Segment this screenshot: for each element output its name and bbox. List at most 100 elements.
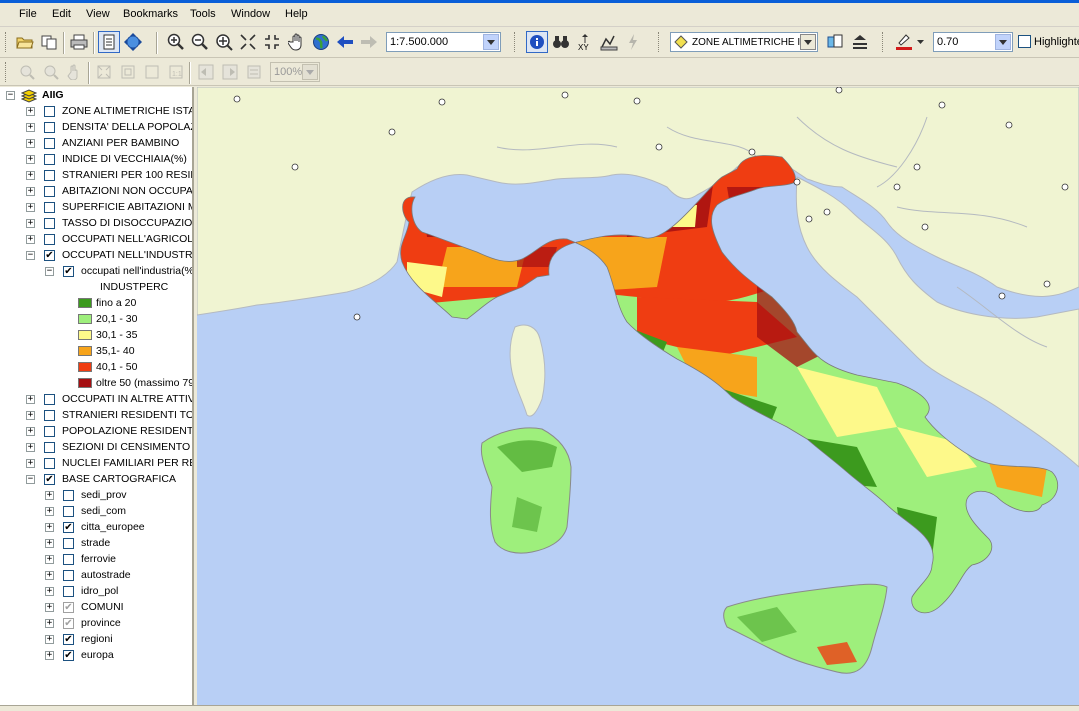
globe-icon[interactable] bbox=[310, 31, 332, 53]
identify-icon[interactable] bbox=[526, 31, 548, 53]
toc-base-layer[interactable]: + idro_pol bbox=[0, 584, 192, 600]
toggle-draft-icon[interactable] bbox=[243, 61, 265, 83]
menu-help[interactable]: Help bbox=[285, 8, 308, 20]
expand-icon[interactable]: + bbox=[26, 107, 35, 116]
expand-icon[interactable]: + bbox=[45, 651, 54, 660]
base-layer-checkbox[interactable] bbox=[63, 554, 74, 565]
toc-layer[interactable]: + ANZIANI PER BAMBINO bbox=[0, 136, 192, 152]
base-layer-checkbox[interactable]: ✔ bbox=[63, 634, 74, 645]
zoom-100-icon[interactable]: 1:1 bbox=[165, 61, 187, 83]
toc-base-layer[interactable]: + ✔ europa bbox=[0, 648, 192, 664]
expand-icon[interactable]: + bbox=[45, 619, 54, 628]
layer-visibility-checkbox[interactable] bbox=[44, 410, 55, 421]
base-layer-checkbox[interactable] bbox=[63, 570, 74, 581]
chevron-down-icon[interactable] bbox=[483, 34, 499, 50]
swipe-layer-icon[interactable] bbox=[825, 31, 847, 53]
zoom-in-fixed-icon[interactable] bbox=[213, 31, 235, 53]
toc-layer[interactable]: − ✔ BASE CARTOGRAFICA bbox=[0, 472, 192, 488]
layer-visibility-checkbox[interactable] bbox=[44, 170, 55, 181]
open-icon[interactable] bbox=[14, 31, 36, 53]
toc-layer[interactable]: + ABITAZIONI NON OCCUPA bbox=[0, 184, 192, 200]
expand-icon[interactable]: + bbox=[26, 123, 35, 132]
base-layer-checkbox[interactable]: ✔ bbox=[63, 618, 74, 629]
zoom-whole-page-icon[interactable] bbox=[141, 61, 163, 83]
expand-icon[interactable]: + bbox=[26, 443, 35, 452]
expand-icon[interactable]: + bbox=[45, 523, 54, 532]
toc-layer[interactable]: + NUCLEI FAMILIARI PER RE bbox=[0, 456, 192, 472]
scale-combo[interactable]: 1:7.500.000 bbox=[386, 32, 501, 52]
toc-base-layer[interactable]: + ✔ province bbox=[0, 616, 192, 632]
layer-visibility-checkbox[interactable] bbox=[44, 138, 55, 149]
toolbar-grip[interactable] bbox=[5, 62, 8, 82]
menu-file[interactable]: File bbox=[19, 8, 37, 20]
toolbar-grip[interactable] bbox=[514, 32, 517, 52]
chevron-down-icon[interactable] bbox=[800, 34, 816, 50]
layer-visibility-checkbox[interactable]: ✔ bbox=[44, 250, 55, 261]
layout-forward-icon[interactable] bbox=[219, 61, 241, 83]
layout-back-icon[interactable] bbox=[195, 61, 217, 83]
base-layer-checkbox[interactable]: ✔ bbox=[63, 602, 74, 613]
layout-view-icon[interactable] bbox=[98, 31, 120, 53]
toc-layer[interactable]: + POPOLAZIONE RESIDENTE bbox=[0, 424, 192, 440]
toc-root[interactable]: − AIIG bbox=[0, 88, 192, 104]
toc-layer[interactable]: + STRANIERI RESIDENTI TO bbox=[0, 408, 192, 424]
layer-visibility-checkbox[interactable] bbox=[44, 186, 55, 197]
toc-layer[interactable]: + DENSITA' DELLA POPOLAZ bbox=[0, 120, 192, 136]
print-icon[interactable] bbox=[68, 31, 90, 53]
expand-icon[interactable]: + bbox=[26, 411, 35, 420]
toc-sublayer[interactable]: − ✔ occupati nell'industria(% bbox=[0, 264, 192, 280]
measure-icon[interactable] bbox=[598, 31, 620, 53]
expand-icon[interactable]: + bbox=[45, 603, 54, 612]
toc-layer[interactable]: + OCCUPATI IN ALTRE ATTIV bbox=[0, 392, 192, 408]
menu-bookmarks[interactable]: Bookmarks bbox=[123, 8, 178, 20]
layer-visibility-checkbox[interactable] bbox=[44, 154, 55, 165]
toc-base-layer[interactable]: + ✔ regioni bbox=[0, 632, 192, 648]
layer-selector-combo[interactable]: ZONE ALTIMETRICHE I bbox=[670, 32, 818, 52]
layout-pan-icon[interactable] bbox=[64, 61, 86, 83]
expand-icon[interactable]: + bbox=[45, 555, 54, 564]
layer-visibility-checkbox[interactable] bbox=[44, 234, 55, 245]
expand-icon[interactable]: + bbox=[45, 635, 54, 644]
layer-visibility-checkbox[interactable] bbox=[44, 218, 55, 229]
toolbar-grip[interactable] bbox=[5, 32, 8, 52]
transparency-combo[interactable]: 0.70 bbox=[933, 32, 1013, 52]
toc-base-layer[interactable]: + strade bbox=[0, 536, 192, 552]
expand-icon[interactable]: + bbox=[26, 459, 35, 468]
expand-icon[interactable]: + bbox=[26, 395, 35, 404]
expand-icon[interactable]: + bbox=[26, 219, 35, 228]
chevron-down-icon[interactable] bbox=[302, 64, 318, 80]
flicker-layer-icon[interactable] bbox=[849, 31, 871, 53]
toolbar-grip[interactable] bbox=[658, 32, 661, 52]
toc-layer[interactable]: + STRANIERI PER 100 RESID bbox=[0, 168, 192, 184]
toc-layer[interactable]: + INDICE DI VECCHIAIA(%) bbox=[0, 152, 192, 168]
layer-visibility-checkbox[interactable]: ✔ bbox=[44, 474, 55, 485]
find-binoculars-icon[interactable] bbox=[550, 31, 572, 53]
toc-layer[interactable]: + SUPERFICIE ABITAZIONI M bbox=[0, 200, 192, 216]
toc-layer[interactable]: + SEZIONI DI CENSIMENTO I bbox=[0, 440, 192, 456]
expand-icon[interactable]: + bbox=[26, 139, 35, 148]
base-layer-checkbox[interactable] bbox=[63, 490, 74, 501]
menu-view[interactable]: View bbox=[86, 8, 110, 20]
menu-edit[interactable]: Edit bbox=[52, 8, 71, 20]
expand-icon[interactable]: + bbox=[26, 171, 35, 180]
layout-fixed-zoom-in-icon[interactable] bbox=[93, 61, 115, 83]
toolbar-grip[interactable] bbox=[882, 32, 885, 52]
toc-layer[interactable]: − ✔ OCCUPATI NELL'INDUSTRI bbox=[0, 248, 192, 264]
toc-base-layer[interactable]: + autostrade bbox=[0, 568, 192, 584]
menu-tools[interactable]: Tools bbox=[190, 8, 216, 20]
layer-visibility-checkbox[interactable] bbox=[44, 394, 55, 405]
collapse-icon[interactable]: − bbox=[26, 475, 35, 484]
layer-visibility-checkbox[interactable] bbox=[44, 442, 55, 453]
collapse-icon[interactable]: − bbox=[6, 91, 15, 100]
toc-base-layer[interactable]: + ✔ citta_europee bbox=[0, 520, 192, 536]
layer-visibility-checkbox[interactable] bbox=[44, 202, 55, 213]
expand-icon[interactable]: + bbox=[45, 539, 54, 548]
toc-base-layer[interactable]: + ✔ COMUNI bbox=[0, 600, 192, 616]
layer-visibility-checkbox[interactable] bbox=[44, 106, 55, 117]
layer-visibility-checkbox[interactable] bbox=[44, 426, 55, 437]
toc-layer[interactable]: + ZONE ALTIMETRICHE ISTA bbox=[0, 104, 192, 120]
highlight-checkbox[interactable] bbox=[1018, 35, 1031, 48]
fixed-zoom-in-icon[interactable] bbox=[237, 31, 259, 53]
expand-icon[interactable]: + bbox=[45, 491, 54, 500]
goto-xy-icon[interactable]: XY bbox=[574, 31, 596, 53]
